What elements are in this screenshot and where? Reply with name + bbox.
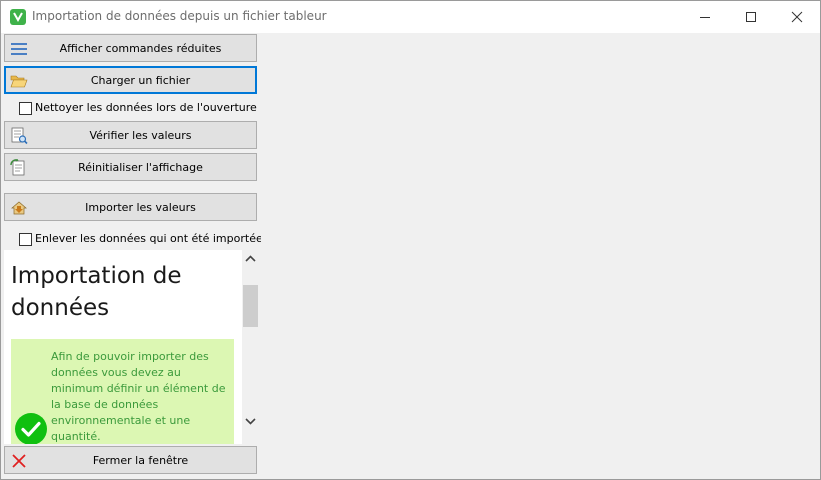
load-file-label: Charger un fichier — [90, 74, 191, 87]
verify-document-icon — [11, 127, 28, 145]
reset-display-button[interactable]: Réinitialiser l'affichage — [4, 153, 257, 181]
reset-display-label: Réinitialiser l'affichage — [78, 161, 203, 174]
command-pane: Afficher commandes réduites Charger un f… — [1, 33, 268, 479]
load-file-button[interactable]: Charger un fichier — [4, 66, 257, 94]
help-title: Importation de données — [11, 263, 182, 321]
content-area — [261, 33, 820, 479]
reset-document-icon — [10, 159, 25, 176]
show-reduced-commands-button[interactable]: Afficher commandes réduites — [4, 34, 257, 62]
minimize-icon — [700, 17, 710, 18]
minimize-button[interactable] — [682, 1, 728, 33]
notice-text: Afin de pouvoir importer des données vou… — [51, 350, 226, 443]
maximize-icon — [746, 12, 756, 22]
verify-values-button[interactable]: Vérifier les valeurs — [4, 121, 257, 149]
import-values-label: Importer les valeurs — [85, 201, 196, 214]
help-scrollbar[interactable] — [242, 250, 259, 444]
green-check-circle-icon — [15, 413, 47, 444]
chevron-down-icon — [245, 418, 256, 425]
close-window-label: Fermer la fenêtre — [92, 454, 189, 467]
close-window-button[interactable] — [774, 1, 820, 33]
help-panel[interactable]: Importation de données Afin de pouvoir i… — [4, 250, 242, 444]
scroll-up-button[interactable] — [242, 250, 259, 267]
chevron-up-icon — [245, 255, 256, 262]
scroll-down-button[interactable] — [242, 413, 259, 430]
remove-imported-label: Enlever les données qui ont été importée… — [35, 232, 269, 245]
notice-box: Afin de pouvoir importer des données vou… — [11, 339, 234, 444]
menu-lines-icon — [11, 43, 27, 55]
show-reduced-commands-label: Afficher commandes réduites — [59, 42, 222, 55]
maximize-button[interactable] — [728, 1, 774, 33]
scroll-thumb[interactable] — [243, 285, 258, 327]
clean-on-open-label: Nettoyer les données lors de l'ouverture — [35, 101, 257, 114]
import-values-button[interactable]: Importer les valeurs — [4, 193, 257, 221]
import-icon — [11, 201, 27, 215]
close-icon — [791, 11, 803, 23]
remove-imported-checkbox-box[interactable] — [19, 233, 32, 246]
open-folder-icon — [10, 75, 28, 88]
import-window: Importation de données depuis un fichier… — [0, 0, 821, 480]
title-bar[interactable]: Importation de données depuis un fichier… — [1, 1, 820, 33]
window-title: Importation de données depuis un fichier… — [32, 9, 327, 23]
clean-on-open-checkbox-box[interactable] — [19, 102, 32, 115]
close-window-command-button[interactable]: Fermer la fenêtre — [4, 446, 257, 474]
red-x-icon — [12, 454, 26, 468]
app-logo-icon — [10, 9, 26, 25]
verify-values-label: Vérifier les valeurs — [89, 129, 192, 142]
